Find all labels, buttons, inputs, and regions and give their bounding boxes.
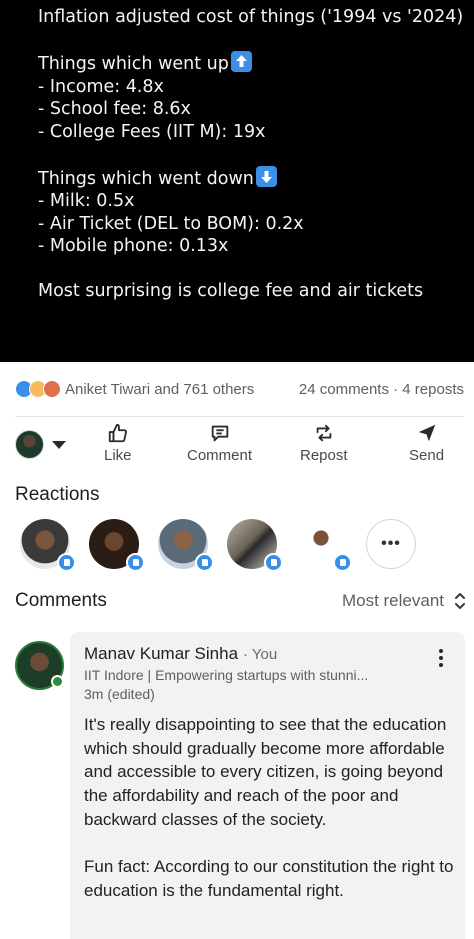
like-badge-icon <box>333 553 352 572</box>
chevron-down-icon <box>52 440 66 449</box>
online-status-icon <box>51 675 64 688</box>
comments-reposts-link[interactable]: 24 comments · 4 reposts <box>299 381 464 398</box>
comment-author-name[interactable]: Manav Kumar Sinha <box>84 644 238 664</box>
send-button[interactable]: Send <box>409 422 444 464</box>
comment-button[interactable]: Comment <box>187 422 252 464</box>
comment-timestamp: 3m (edited) <box>84 686 155 702</box>
arrow-up-emoji-icon <box>230 51 252 72</box>
down-heading-text: Things which went down <box>38 168 254 189</box>
like-label: Like <box>104 447 132 464</box>
like-badge-icon <box>57 553 76 572</box>
like-badge-icon <box>264 553 283 572</box>
thumbs-up-icon <box>108 423 127 443</box>
reactors-link[interactable]: Aniket Tiwari and 761 others <box>65 381 254 398</box>
post-title-line: Inflation adjusted cost of things ('1994… <box>38 7 464 27</box>
social-counts: Aniket Tiwari and 761 others 24 comments… <box>15 372 464 406</box>
actor-switcher[interactable] <box>15 430 66 459</box>
like-badge-icon <box>126 553 145 572</box>
reactor-avatar[interactable] <box>296 519 352 572</box>
you-tag: · You <box>243 646 278 663</box>
up-item: - School fee: 8.6x <box>38 99 191 119</box>
comment-icon <box>211 425 228 442</box>
avatar <box>15 430 44 459</box>
sort-dropdown[interactable]: Most relevant <box>342 591 466 611</box>
like-button[interactable]: Like <box>104 422 132 464</box>
repost-icon <box>316 424 332 442</box>
repost-button[interactable]: Repost <box>300 422 348 464</box>
reactor-avatar[interactable] <box>20 519 76 572</box>
like-badge-icon <box>195 553 214 572</box>
comments-title: Comments <box>15 590 107 611</box>
sort-label: Most relevant <box>341 591 444 610</box>
repost-label: Repost <box>300 447 348 464</box>
post-image[interactable]: Inflation adjusted cost of things ('1994… <box>0 0 474 362</box>
comment-author-avatar[interactable] <box>15 641 64 690</box>
comments-header: Comments Most relevant <box>15 588 466 614</box>
reactor-avatar[interactable] <box>158 519 214 572</box>
reactions-title: Reactions <box>15 484 100 505</box>
down-item: - Air Ticket (DEL to BOM): 0.2x <box>38 213 304 234</box>
more-reactions-button[interactable]: ••• <box>366 519 416 569</box>
reactor-avatar[interactable] <box>227 519 283 572</box>
down-item: - Mobile phone: 0.13x <box>38 236 229 256</box>
reactor-avatar[interactable] <box>89 519 145 572</box>
up-heading: Things which went up <box>38 51 474 76</box>
comment-bubble: Manav Kumar Sinha · You IIT Indore | Emp… <box>70 632 465 939</box>
reaction-icons[interactable] <box>15 380 61 398</box>
up-item: - College Fees (IIT M): 19x <box>38 121 266 142</box>
comment-body: It's really disappointing to see that th… <box>84 715 454 900</box>
send-icon <box>418 424 435 442</box>
up-heading-text: Things which went up <box>38 54 229 74</box>
comment-author-row: Manav Kumar Sinha · You <box>84 644 451 664</box>
more-options-icon[interactable] <box>439 649 443 670</box>
down-heading: Things which went down <box>38 165 474 191</box>
down-item: - Milk: 0.5x <box>38 191 135 211</box>
send-label: Send <box>409 447 445 464</box>
post-closing-line: Most surprising is college fee and air t… <box>38 281 424 301</box>
divider <box>15 416 464 417</box>
action-bar: Like Comment Repost Send <box>0 420 474 472</box>
up-item: - Income: 4.8x <box>38 76 164 97</box>
comment-author-headline: IIT Indore | Empowering startups with st… <box>84 667 369 683</box>
comment-label: Comment <box>187 447 253 464</box>
love-reaction-icon <box>43 380 61 398</box>
arrow-down-emoji-icon <box>255 165 277 187</box>
sort-chevron-icon <box>455 593 465 609</box>
